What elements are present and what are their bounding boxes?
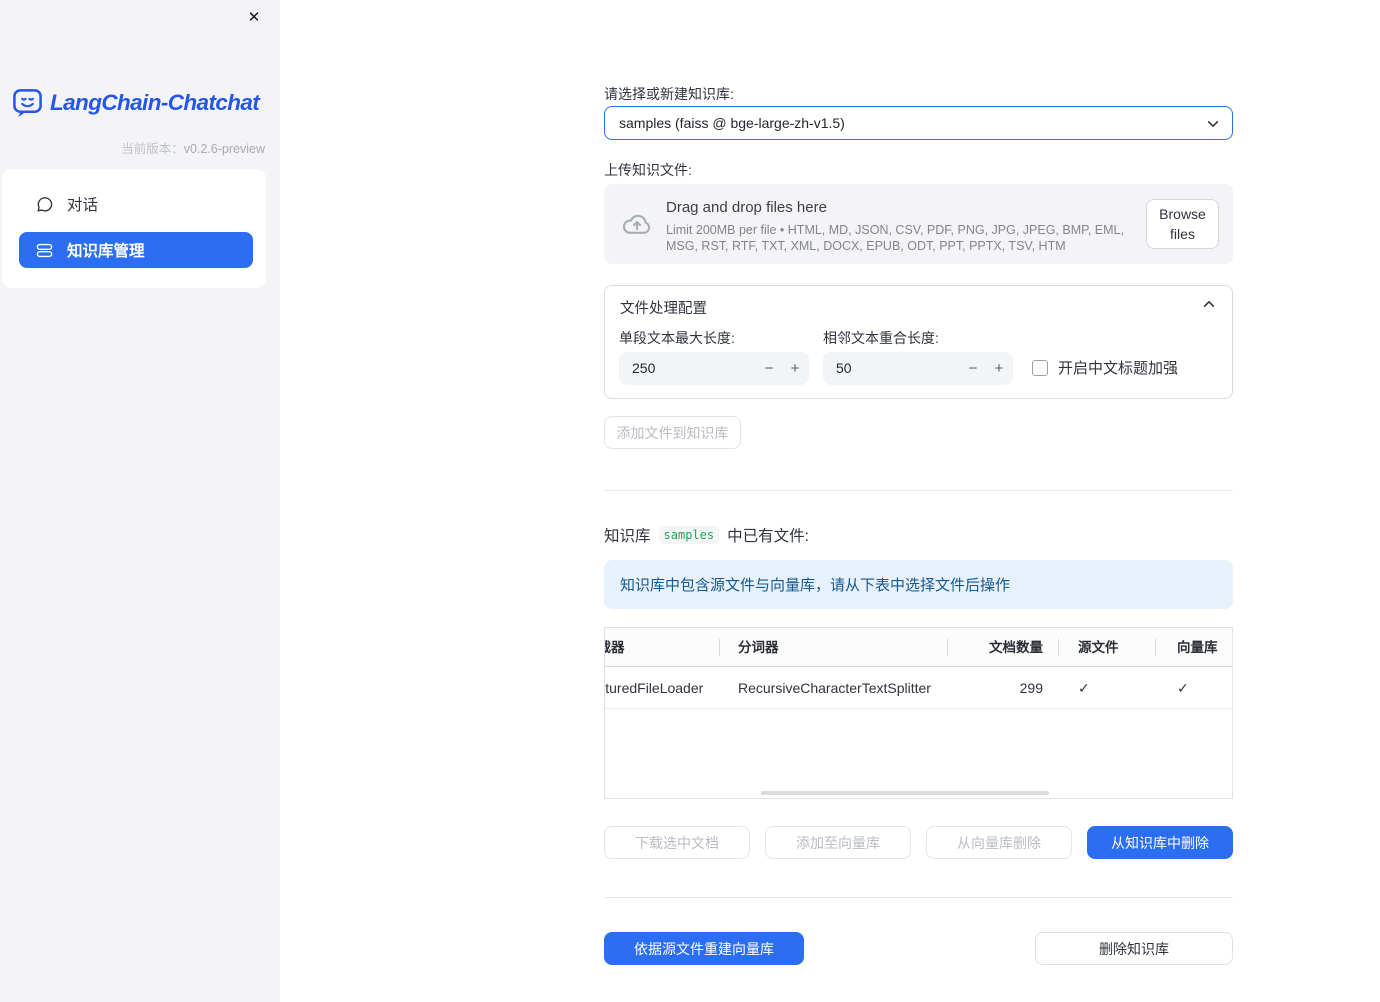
expander-title: 文件处理配置 [620,301,707,317]
divider [604,490,1233,491]
add-files-to-kb-button[interactable]: 添加文件到知识库 [604,416,741,449]
overlap-plus-button[interactable]: + [985,352,1013,385]
expander-header[interactable]: 文件处理配置 [605,286,1232,322]
browse-files-button[interactable]: Browse files [1146,199,1219,249]
zh-title-enhance-checkbox[interactable] [1032,359,1048,376]
chevron-up-icon [1202,297,1216,311]
sidebar-item-knowledge-base[interactable]: 知识库管理 [19,232,253,268]
chunk-size-value: 250 [632,360,656,376]
chunk-size-label: 单段文本最大长度: [619,330,735,346]
table-header-row: 文档加载器 分词器 文档数量 源文件 向量库 [605,628,1232,667]
sidebar-close-icon[interactable]: ✕ [242,6,266,30]
upload-label: 上传知识文件: [604,162,692,178]
horizontal-scrollbar[interactable] [761,791,1049,795]
add-to-vector-store-button[interactable]: 添加至向量库 [765,826,911,859]
sidebar-item-label: 知识库管理 [67,243,145,260]
kb-select-label: 请选择或新建知识库: [604,86,734,102]
kb-name-code: samples [658,526,720,544]
delete-from-vector-store-button[interactable]: 从向量库删除 [926,826,1072,859]
divider [604,897,1233,898]
column-header-vector-store[interactable]: 向量库 [1156,628,1232,667]
download-selected-button[interactable]: 下载选中文档 [604,826,750,859]
chevron-down-icon [1206,117,1220,131]
cell-source-file-check: ✓ [1078,679,1090,696]
cell-doc-count: 299 [1019,679,1043,696]
delete-from-kb-button[interactable]: 从知识库中删除 [1087,826,1233,859]
zh-title-enhance-row[interactable]: 开启中文标题加强 [1032,357,1178,378]
overlap-size-value: 50 [836,360,852,376]
knowledge-base-icon [35,241,54,260]
cell-vector-store-check: ✓ [1177,679,1189,696]
chunk-plus-button[interactable]: + [781,352,809,385]
sidebar-item-label: 对话 [67,197,99,214]
table-row[interactable]: UnstructuredFileLoader RecursiveCharacte… [605,667,1232,709]
chunk-size-input[interactable]: 250 − + [619,352,809,385]
files-heading: 知识库 samples 中已有文件: [604,526,809,545]
overlap-size-input[interactable]: 50 − + [823,352,1013,385]
overlap-minus-button[interactable]: − [959,352,987,385]
kb-select[interactable]: samples (faiss @ bge-large-zh-v1.5) [604,106,1233,140]
files-table[interactable]: 文档加载器 分词器 文档数量 源文件 向量库 UnstructuredFileL… [604,627,1233,799]
version-text: 当前版本：v0.2.6-preview [121,142,265,156]
info-alert: 知识库中包含源文件与向量库，请从下表中选择文件后操作 [604,560,1233,609]
column-header-doc-count[interactable]: 文档数量 [948,628,1059,667]
file-dropzone[interactable]: Drag and drop files here Limit 200MB per… [604,184,1233,264]
column-header-source-file[interactable]: 源文件 [1059,628,1156,667]
app-window: ✕ LangChain-Chatchat 当前版本：v0.2.6-preview [0,0,1380,1002]
app-logo: LangChain-Chatchat [12,87,260,118]
sidebar: ✕ LangChain-Chatchat 当前版本：v0.2.6-preview [0,0,280,1002]
upload-cloud-icon [620,207,654,241]
dropzone-title: Drag and drop files here [666,199,827,216]
chat-bubble-icon [35,195,54,214]
zh-title-enhance-label: 开启中文标题加强 [1058,360,1179,377]
kb-select-value: samples (faiss @ bge-large-zh-v1.5) [619,115,845,131]
sidebar-item-chat[interactable]: 对话 [19,186,253,222]
sidebar-nav: 对话 知识库管理 [2,169,266,288]
logo-chat-bubble-icon [12,87,43,118]
cell-splitter: RecursiveCharacterTextSplitter [738,679,931,696]
chunk-minus-button[interactable]: − [755,352,783,385]
overlap-size-label: 相邻文本重合长度: [823,330,939,346]
column-header-splitter[interactable]: 分词器 [720,628,948,667]
info-alert-text: 知识库中包含源文件与向量库，请从下表中选择文件后操作 [620,577,1011,594]
rebuild-vector-store-button[interactable]: 依据源文件重建向量库 [604,932,804,965]
delete-kb-button[interactable]: 删除知识库 [1035,932,1233,965]
cell-loader: UnstructuredFileLoader [605,679,704,696]
logo-text: LangChain-Chatchat [50,89,260,115]
column-header-loader[interactable]: 文档加载器 [605,628,720,667]
file-config-expander: 文件处理配置 单段文本最大长度: 相邻文本重合长度: 250 − + 50 − … [604,285,1233,399]
dropzone-hint: Limit 200MB per file • HTML, MD, JSON, C… [666,223,1124,253]
